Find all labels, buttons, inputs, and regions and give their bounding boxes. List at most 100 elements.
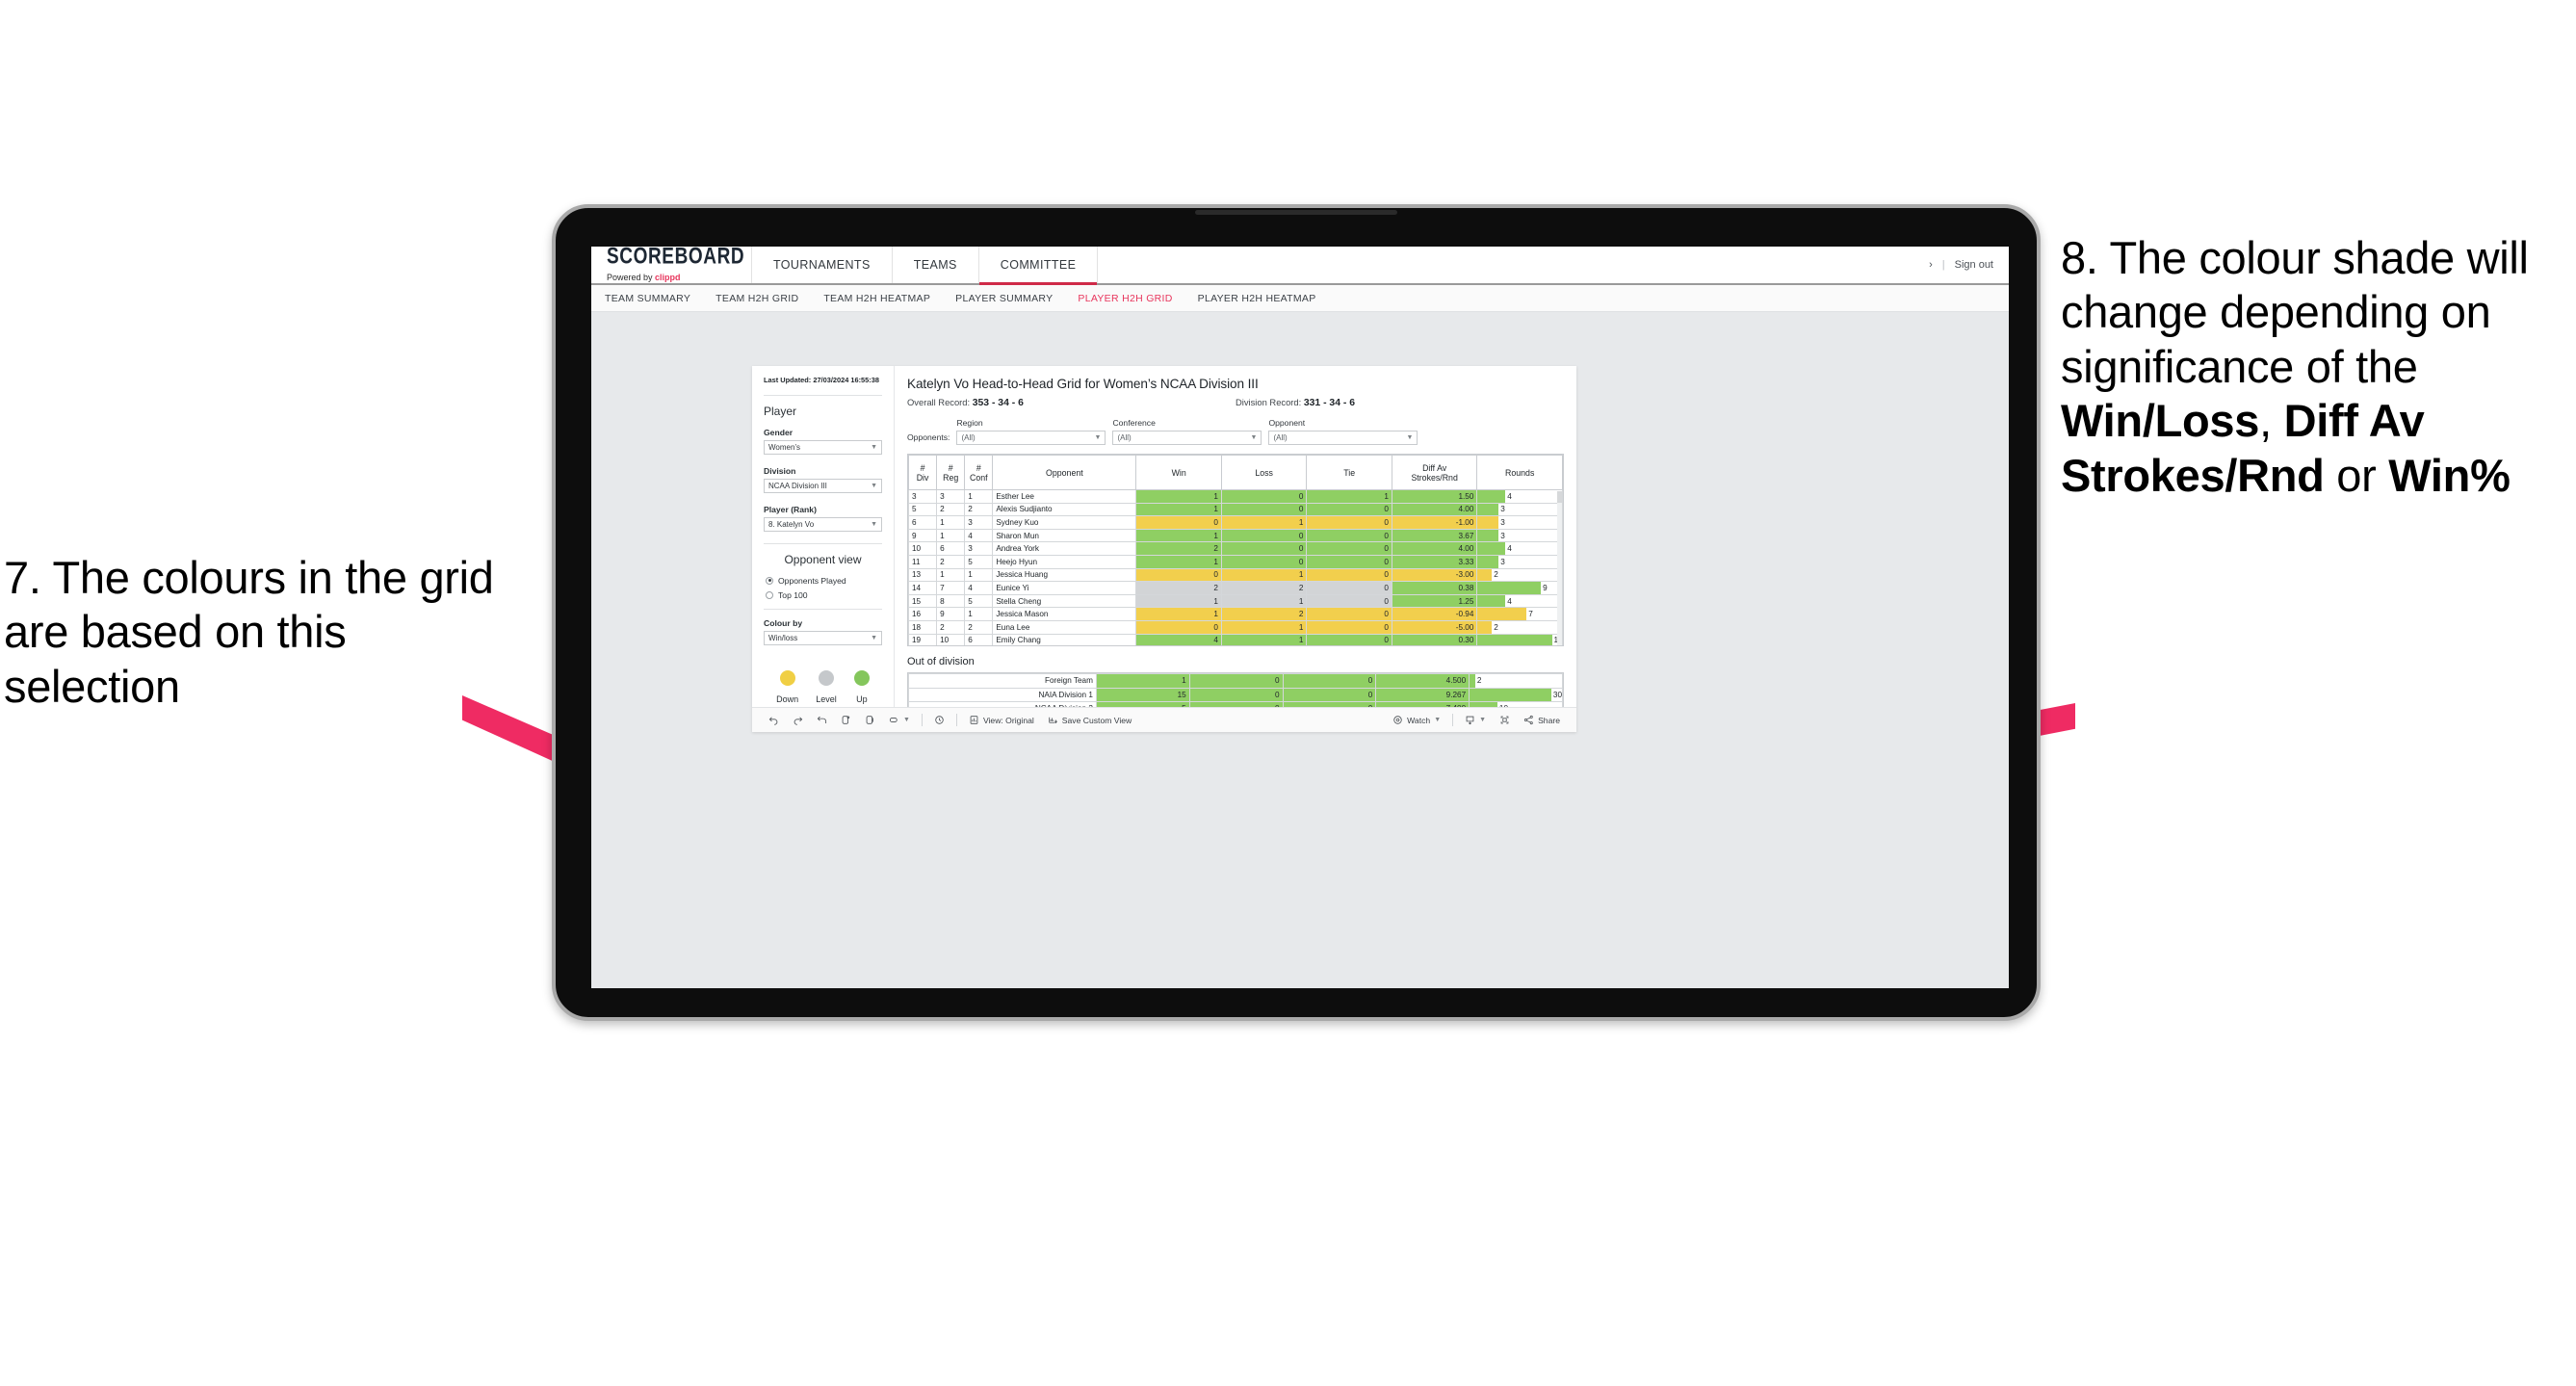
table-row[interactable]: 15 8 5 Stella Cheng 1 1 0 1.25 4	[908, 593, 1563, 609]
watch-button[interactable]: Watch ▼	[1386, 715, 1447, 725]
col-opponent[interactable]: Opponent	[992, 455, 1137, 490]
opponent-view-option[interactable]: Opponents Played	[764, 576, 882, 586]
view-original-button[interactable]: View: Original	[962, 715, 1041, 725]
division-label: Division	[764, 465, 796, 476]
topnav-item-committee[interactable]: COMMITTEE	[978, 247, 1099, 285]
subnav-item-team-h2h-heatmap[interactable]: TEAM H2H HEATMAP	[823, 293, 930, 304]
out-of-division-row[interactable]: Foreign Team 1 0 0 4.500 2	[908, 673, 1563, 689]
colour-legend: Down Level Up	[764, 669, 882, 704]
table-row[interactable]: 10 6 3 Andrea York 2 0 0 4.00 4	[908, 541, 1563, 556]
col-conf[interactable]: # Conf	[964, 455, 994, 490]
col-win[interactable]: Win	[1135, 455, 1222, 490]
filter-select[interactable]: (All) ▼	[1268, 431, 1418, 445]
opponent-filters: Opponents: Region (All) ▼ Conference (All) ▼ O…	[907, 418, 1564, 445]
redo-button[interactable]	[786, 715, 810, 725]
opponent-view-option[interactable]: Top 100	[764, 590, 882, 600]
cell-win: 15	[1095, 687, 1190, 702]
sign-out-link[interactable]: Sign out	[1955, 259, 1993, 271]
cell-diff: 3.33	[1391, 554, 1478, 569]
subnav-item-team-summary[interactable]: TEAM SUMMARY	[605, 293, 690, 304]
rounds-bar: 4	[1477, 594, 1562, 608]
radio-icon[interactable]	[766, 576, 773, 585]
table-row[interactable]: 19106Emily Chang4100.3011	[908, 633, 1563, 645]
radio-icon[interactable]	[766, 590, 773, 599]
chevron-down-icon: ▼	[1479, 717, 1487, 723]
clock-button[interactable]	[927, 715, 951, 725]
rounds-value: 3	[1500, 505, 1505, 514]
cell-tie: 0	[1282, 701, 1377, 707]
cell-category: NAIA Division 1	[908, 687, 1097, 702]
cell-tie: 0	[1306, 528, 1392, 543]
cell-diff: -1.00	[1391, 515, 1478, 530]
cell-div: 16	[908, 607, 938, 621]
revert-button[interactable]	[810, 715, 834, 725]
cell-rounds: 30	[1469, 687, 1563, 702]
refresh-button[interactable]	[834, 715, 858, 725]
rounds-bar: 4	[1477, 490, 1562, 503]
col-div[interactable]: # Div	[908, 455, 938, 490]
highlight-button[interactable]: ▼	[882, 715, 917, 725]
subnav-item-player-summary[interactable]: PLAYER SUMMARY	[955, 293, 1053, 304]
cell-div: 9	[908, 528, 938, 543]
colour-by-value: Win/loss	[768, 633, 798, 642]
col-loss[interactable]: Loss	[1220, 455, 1308, 490]
col-reg[interactable]: # Reg	[936, 455, 966, 490]
col-rounds[interactable]: Rounds	[1476, 455, 1563, 490]
colour-by-select[interactable]: Win/loss ▼	[764, 630, 882, 645]
h2h-grid: # Div # Reg # Conf Opponent Win Loss Tie Di…	[907, 454, 1564, 646]
subnav-item-team-h2h-grid[interactable]: TEAM H2H GRID	[716, 293, 798, 304]
table-row[interactable]: 16 9 1 Jessica Mason 1 2 0 -0.94 7	[908, 607, 1563, 621]
grid-vertical-scrollbar[interactable]	[1557, 491, 1562, 645]
out-of-division-row[interactable]: NCAA Division 25007.40010	[908, 701, 1563, 707]
grid-scroll-thumb[interactable]	[1557, 491, 1562, 503]
filter-select[interactable]: (All) ▼	[1112, 431, 1262, 445]
bottom-toolbar: ▼ View: Original Save Custom View Watch …	[752, 707, 1576, 732]
cell-loss: 0	[1220, 502, 1308, 517]
cell-conf: 1	[964, 607, 994, 621]
cell-win: 1	[1135, 502, 1222, 517]
division-select[interactable]: NCAA Division III ▼	[764, 478, 882, 493]
topnav-item-tournaments[interactable]: TOURNAMENTS	[752, 247, 893, 283]
table-row[interactable]: 9 1 4 Sharon Mun 1 0 0 3.67 3	[908, 528, 1563, 543]
cell-div: 14	[908, 581, 938, 595]
save-custom-view-button[interactable]: Save Custom View	[1041, 715, 1138, 725]
cell-opponent: Euna Lee	[992, 619, 1137, 635]
pause-button[interactable]	[858, 715, 882, 725]
gender-select[interactable]: Women’s ▼	[764, 439, 882, 455]
chevron-right-icon[interactable]: ›	[1929, 259, 1933, 271]
filter-select[interactable]: (All) ▼	[956, 431, 1106, 445]
table-row[interactable]: 5 2 2 Alexis Sudjianto 1 0 0 4.00 3	[908, 502, 1563, 517]
col-diff[interactable]: Diff Av Strokes/Rnd	[1391, 455, 1478, 490]
table-row[interactable]: 13 1 1 Jessica Huang 0 1 0 -3.00 2	[908, 567, 1563, 583]
player-rank-label: Player (Rank)	[764, 504, 817, 514]
table-row[interactable]: 6 1 3 Sydney Kuo 0 1 0 -1.00 3	[908, 515, 1563, 530]
cell-reg: 1	[936, 567, 966, 583]
cell-diff: 9.267	[1375, 687, 1470, 702]
out-of-division-row[interactable]: NAIA Division 1 15 0 0 9.267 30	[908, 687, 1563, 702]
rounds-bar: 4	[1477, 542, 1562, 555]
rounds-value: 4	[1507, 596, 1512, 606]
topnav-item-teams[interactable]: TEAMS	[893, 247, 979, 283]
brand-logo[interactable]: SCOREBOARD Powered by clippd	[591, 247, 752, 283]
table-row[interactable]: 3 3 1 Esther Lee 1 0 1 1.50 4	[908, 489, 1563, 504]
cell-opponent: Jessica Huang	[992, 567, 1137, 583]
col-tie[interactable]: Tie	[1306, 455, 1392, 490]
subnav-item-player-h2h-heatmap[interactable]: PLAYER H2H HEATMAP	[1198, 293, 1316, 304]
rounds-bar: 11	[1477, 634, 1562, 645]
rounds-bar: 2	[1477, 620, 1562, 634]
subnav-item-player-h2h-grid[interactable]: PLAYER H2H GRID	[1078, 293, 1172, 304]
share-button[interactable]: Share	[1517, 715, 1567, 725]
player-rank-select[interactable]: 8. Katelyn Vo ▼	[764, 516, 882, 532]
table-row[interactable]: 14 7 4 Eunice Yi 2 2 0 0.38 9	[908, 581, 1563, 595]
fullscreen-button[interactable]	[1493, 715, 1517, 725]
cell-diff: 4.00	[1391, 502, 1478, 517]
download-button[interactable]: ▼	[1458, 715, 1493, 725]
gender-value: Women’s	[768, 442, 801, 452]
rounds-bar-fill	[1477, 490, 1506, 503]
legend-dot-icon	[819, 669, 834, 686]
cell-tie: 0	[1306, 567, 1392, 583]
table-row[interactable]: 11 2 5 Heejo Hyun 1 0 0 3.33 3	[908, 554, 1563, 569]
table-row[interactable]: 18 2 2 Euna Lee 0 1 0 -5.00 2	[908, 619, 1563, 635]
last-updated-label: Last Updated:	[764, 376, 814, 384]
undo-button[interactable]	[762, 715, 786, 725]
